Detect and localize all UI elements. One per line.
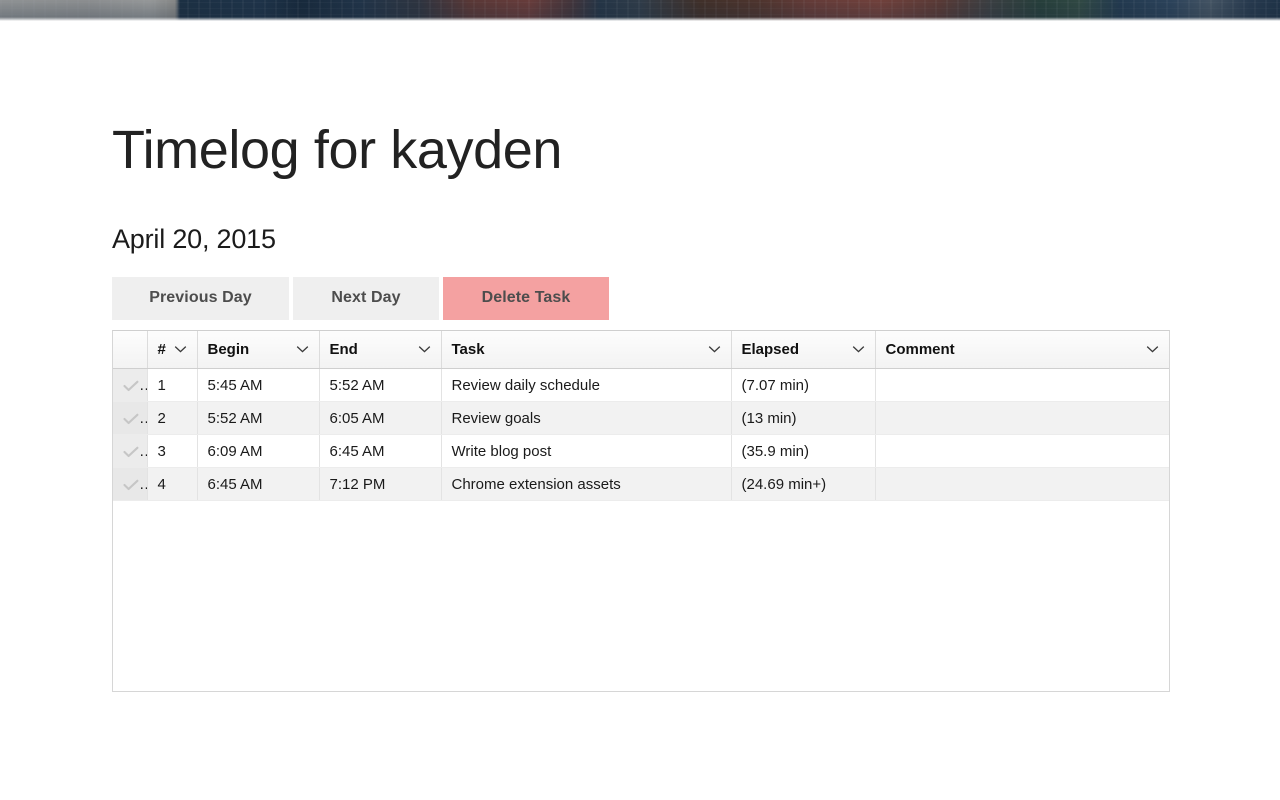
column-header-elapsed-label: Elapsed: [742, 341, 800, 358]
cell-begin[interactable]: 5:52 AM: [197, 402, 319, 435]
cell-elapsed[interactable]: (7.07 min): [731, 369, 875, 402]
column-header-end-label: End: [330, 341, 358, 358]
empty-cell: [875, 501, 1169, 691]
timelog-table: # Begin: [113, 331, 1169, 691]
empty-cell: [441, 501, 731, 691]
cell-end[interactable]: 6:45 AM: [319, 435, 441, 468]
previous-day-button[interactable]: Previous Day: [112, 277, 289, 320]
next-day-button[interactable]: Next Day: [293, 277, 439, 320]
cell-comment[interactable]: [875, 369, 1169, 402]
table-row[interactable]: 46:45 AM7:12 PMChrome extension assets(2…: [113, 468, 1169, 501]
column-header-num-label: #: [158, 341, 166, 358]
column-header-end[interactable]: End: [319, 331, 441, 369]
row-select-cell[interactable]: [113, 369, 147, 402]
check-icon[interactable]: [123, 380, 139, 392]
chevron-down-icon[interactable]: [852, 345, 865, 353]
table-empty-area: [113, 501, 1169, 691]
empty-cell: [113, 501, 147, 691]
check-icon[interactable]: [123, 479, 139, 491]
table-row[interactable]: 25:52 AM6:05 AMReview goals(13 min): [113, 402, 1169, 435]
empty-cell: [147, 501, 197, 691]
cell-num[interactable]: 2: [147, 402, 197, 435]
row-select-cell[interactable]: [113, 435, 147, 468]
banner-bottom-fade: [0, 17, 1280, 21]
cell-task[interactable]: Review daily schedule: [441, 369, 731, 402]
table-header: # Begin: [113, 331, 1169, 369]
cell-num[interactable]: 4: [147, 468, 197, 501]
column-header-begin[interactable]: Begin: [197, 331, 319, 369]
empty-cell: [197, 501, 319, 691]
toolbar: Previous Day Next Day Delete Task: [112, 277, 1280, 320]
table-row[interactable]: 15:45 AM5:52 AMReview daily schedule(7.0…: [113, 369, 1169, 402]
table-header-row: # Begin: [113, 331, 1169, 369]
cell-task[interactable]: Review goals: [441, 402, 731, 435]
page-title: Timelog for kayden: [112, 21, 1280, 179]
column-header-comment-label: Comment: [886, 341, 955, 358]
column-header-num[interactable]: #: [147, 331, 197, 369]
column-header-task-label: Task: [452, 341, 485, 358]
timelog-table-container: # Begin: [112, 330, 1170, 692]
page-content: Timelog for kayden April 20, 2015 Previo…: [0, 21, 1280, 692]
column-header-begin-label: Begin: [208, 341, 250, 358]
delete-task-button[interactable]: Delete Task: [443, 277, 609, 320]
cell-elapsed[interactable]: (24.69 min+): [731, 468, 875, 501]
cell-task[interactable]: Write blog post: [441, 435, 731, 468]
date-heading: April 20, 2015: [112, 179, 1280, 255]
cell-comment[interactable]: [875, 435, 1169, 468]
empty-cell: [731, 501, 875, 691]
cell-comment[interactable]: [875, 468, 1169, 501]
cell-end[interactable]: 6:05 AM: [319, 402, 441, 435]
chevron-down-icon[interactable]: [708, 345, 721, 353]
column-header-elapsed[interactable]: Elapsed: [731, 331, 875, 369]
empty-cell: [319, 501, 441, 691]
column-header-task[interactable]: Task: [441, 331, 731, 369]
cell-elapsed[interactable]: (13 min): [731, 402, 875, 435]
row-select-cell[interactable]: [113, 402, 147, 435]
cell-begin[interactable]: 5:45 AM: [197, 369, 319, 402]
column-header-select: [113, 331, 147, 369]
table-row[interactable]: 36:09 AM6:45 AMWrite blog post(35.9 min): [113, 435, 1169, 468]
cell-end[interactable]: 5:52 AM: [319, 369, 441, 402]
row-select-cell[interactable]: [113, 468, 147, 501]
cell-task[interactable]: Chrome extension assets: [441, 468, 731, 501]
chevron-down-icon[interactable]: [296, 345, 309, 353]
column-header-comment[interactable]: Comment: [875, 331, 1169, 369]
chevron-down-icon[interactable]: [418, 345, 431, 353]
cell-end[interactable]: 7:12 PM: [319, 468, 441, 501]
cell-comment[interactable]: [875, 402, 1169, 435]
cell-elapsed[interactable]: (35.9 min): [731, 435, 875, 468]
check-icon[interactable]: [123, 413, 139, 425]
chevron-down-icon[interactable]: [174, 345, 187, 353]
cityscape-banner-image: [0, 0, 1280, 21]
cell-begin[interactable]: 6:09 AM: [197, 435, 319, 468]
table-body: 15:45 AM5:52 AMReview daily schedule(7.0…: [113, 369, 1169, 691]
cell-num[interactable]: 1: [147, 369, 197, 402]
chevron-down-icon[interactable]: [1146, 345, 1159, 353]
cell-begin[interactable]: 6:45 AM: [197, 468, 319, 501]
check-icon[interactable]: [123, 446, 139, 458]
cell-num[interactable]: 3: [147, 435, 197, 468]
